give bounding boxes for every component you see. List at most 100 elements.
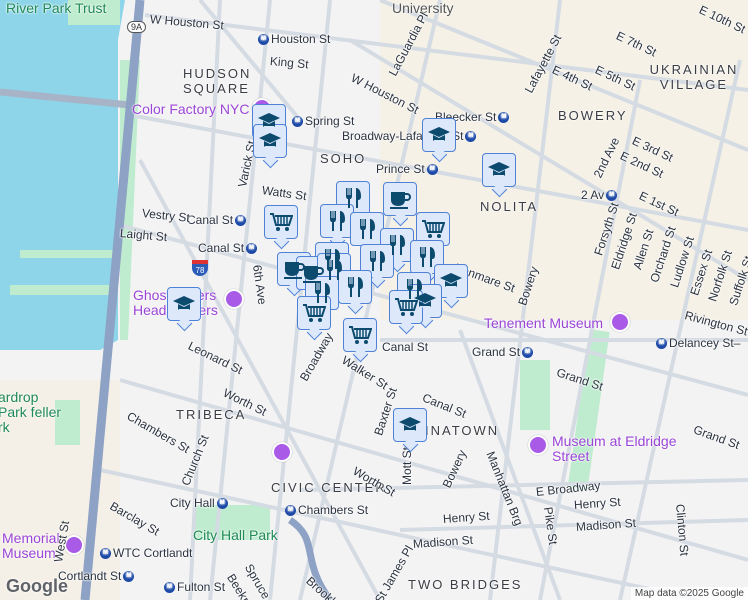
restaurant-marker[interactable] [360,244,394,278]
shopping-cart-icon [394,295,418,319]
station-name: City Hall [170,496,215,510]
restaurant-marker[interactable] [350,212,384,246]
subway-icon: M [246,243,258,255]
station-label[interactable]: M Fulton St [162,580,225,594]
station-name: Canal St [187,213,234,227]
station-name: Spring St [305,114,355,128]
neighborhood-label: TWO BRIDGES [408,577,523,592]
neighborhood-label: BOWERY [558,108,628,123]
route-9a-badge: 9A [127,21,147,33]
museum-icon[interactable] [528,435,548,455]
station-label[interactable]: City Hall M [170,496,230,510]
cart-marker[interactable] [389,290,423,324]
station-label[interactable]: M Chambers St [283,503,368,517]
subway-icon: M [123,571,135,583]
school-marker[interactable] [482,153,516,187]
subway-icon: M [498,112,510,124]
restaurant-marker[interactable] [320,204,354,238]
poi-eldridge-museum[interactable]: Museum at Eldridge Street [552,434,682,464]
subway-icon: M [656,338,667,350]
subway-icon: M [285,505,296,517]
school-marker[interactable] [253,124,287,158]
shopping-cart-icon [269,210,293,234]
station-label[interactable]: Grand St M [472,345,535,359]
subway-icon: M [258,34,269,46]
station-name: Grand St [472,345,521,359]
fork-knife-icon [365,249,389,273]
neighborhood-label: NOLITA [480,199,538,214]
school-icon [427,123,451,147]
subway-icon: M [235,215,247,227]
neighborhood-label: UKRAINIAN VILLAGE [649,62,739,92]
station-label[interactable]: 2 Av M [581,188,619,202]
street-label: Canal St [382,340,429,354]
subway-icon: M [292,116,303,128]
station-name: Houston St [271,32,331,46]
park-label: City Hall Park [193,527,278,543]
station-name: Prince St [376,162,425,176]
fork-knife-icon [341,186,365,210]
neighborhood-label: INATOWN [425,423,500,438]
museum-icon[interactable] [610,312,630,332]
school-icon [258,129,282,153]
interstate-78-shield: 78 [192,260,208,276]
cart-marker[interactable] [264,205,298,239]
station-label[interactable]: Prince St M [376,162,440,176]
subway-icon: M [100,548,111,560]
poi-tenement-museum[interactable]: Tenement Museum [484,316,603,331]
subway-icon: M [465,131,477,143]
neighborhood-label: SOHO [320,151,367,166]
station-name: WTC Cortlandt [113,546,193,560]
cart-marker[interactable] [343,318,377,352]
station-name: 2 Av [581,188,605,202]
station-name: Chambers St [298,503,369,517]
station-name: Delancey St– [669,336,741,350]
fork-knife-icon [343,275,367,299]
monument-icon[interactable] [272,442,292,462]
school-icon [439,269,463,293]
station-label[interactable]: Cortlandt St M [58,569,136,583]
hudson-river [0,0,125,350]
subway-icon: M [426,164,438,176]
subway-icon: M [164,582,175,594]
restaurant-marker[interactable] [338,270,372,304]
cart-marker[interactable] [297,296,331,330]
fork-knife-icon [325,209,349,233]
subway-icon: M [216,498,228,510]
subway-icon: M [522,347,534,359]
poi-pin-icon[interactable] [224,289,244,309]
station-label[interactable]: M WTC Cortlandt [98,546,192,560]
station-label[interactable]: M Delancey St– [654,336,740,350]
neighborhood-label: HUDSON SQUARE [183,66,252,96]
poi-park-trust[interactable]: River Park Trust [6,1,106,16]
school-icon [398,413,422,437]
school-icon [487,158,511,182]
map-attribution[interactable]: Map data ©2025 Google [630,587,748,600]
cafe-marker[interactable] [383,182,417,216]
shopping-cart-icon [302,301,326,325]
school-marker[interactable] [167,287,201,321]
station-label[interactable]: Broadway-Lafayette St M [342,129,478,143]
coffee-cup-icon [388,187,412,211]
poi-color-factory[interactable]: Color Factory NYC [132,102,249,117]
school-icon [172,292,196,316]
park-label: ardrop Park feller rk [0,389,62,435]
station-name: Fulton St [177,580,226,594]
school-marker[interactable] [434,264,468,298]
station-label[interactable]: M Houston St [256,32,330,46]
map-canvas[interactable]: HUDSON SQUARE SOHO BOWERY UKRAINIAN VILL… [0,0,748,600]
cart-marker[interactable] [416,212,450,246]
google-logo: Google [6,576,68,596]
station-label[interactable]: M Spring St [290,114,354,128]
shopping-cart-icon [421,217,445,241]
station-name: Canal St [198,241,245,255]
station-label[interactable]: Canal St M [187,213,248,227]
fork-knife-icon [355,217,379,241]
fork-knife-icon [415,245,439,269]
street-label: Mott St [400,446,414,485]
shopping-cart-icon [348,323,372,347]
school-marker[interactable] [422,118,456,152]
station-label[interactable]: Canal St M [198,241,259,255]
school-marker[interactable] [393,408,427,442]
neighborhood-label: TRIBECA [176,407,247,422]
